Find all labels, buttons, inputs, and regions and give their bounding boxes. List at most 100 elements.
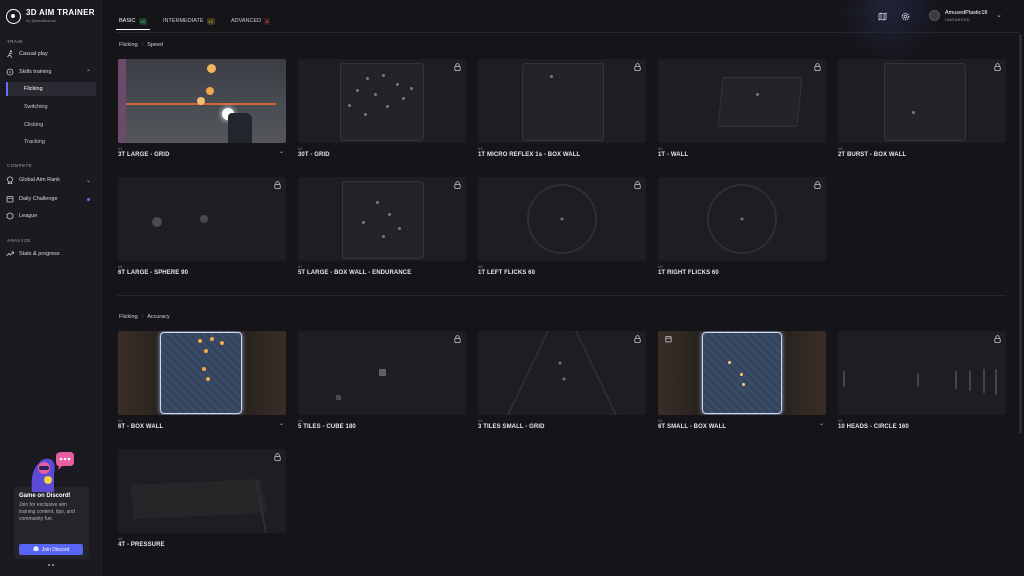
breadcrumb-item[interactable]: Accuracy (147, 314, 170, 320)
join-discord-button[interactable]: Join Discord (19, 544, 83, 555)
scenario-card[interactable]: #5 2T BURST - BOX WALL (838, 59, 1006, 158)
breadcrumb-item[interactable]: Speed (147, 42, 163, 48)
chevron-up-icon: ⌃ (85, 69, 91, 76)
scenario-number: #4 (658, 418, 663, 423)
scenario-thumbnail (658, 331, 826, 415)
scenario-number: #2 (298, 146, 303, 151)
sidebar-item-stats-progress[interactable]: Stats & progress (6, 247, 96, 261)
tab-basic[interactable]: BASIC 15 (116, 14, 150, 30)
scenario-number: #5 (838, 418, 843, 423)
breadcrumb-item[interactable]: Flicking (119, 42, 138, 48)
scenario-thumbnail (118, 331, 286, 415)
sidebar-item-casual-play[interactable]: Casual play (6, 47, 96, 61)
calendar-icon (6, 195, 14, 203)
scenario-card[interactable]: #2 5 TILES - CUBE 180 (298, 331, 466, 430)
rank-icon (6, 176, 14, 184)
scenario-title: 5 TILES - CUBE 180 (298, 424, 356, 430)
scenario-thumbnail (658, 177, 826, 261)
scenario-thumbnail (838, 331, 1006, 415)
scenario-title: 2T BURST - BOX WALL (838, 152, 907, 158)
tab-count-badge: 8 (264, 17, 271, 25)
lock-icon (634, 335, 641, 343)
scenario-title: 6T - BOX WALL (118, 424, 164, 430)
tab-intermediate[interactable]: INTERMEDIATE 12 (160, 14, 218, 28)
sidebar-item-league[interactable]: League (6, 209, 96, 223)
chevron-down-icon[interactable]: ⌄ (819, 420, 824, 427)
discord-promo-card: Game on Discord! Join for exclusive aim … (14, 487, 89, 559)
scenario-card[interactable]: #9 1T RIGHT FLICKS 60 (658, 177, 826, 276)
tab-advanced[interactable]: ADVANCED 8 (228, 14, 273, 28)
tabs-divider (116, 32, 1020, 33)
scenario-number: #1 (118, 146, 123, 151)
scenario-card[interactable]: #6 4T - PRESSURE (118, 449, 286, 548)
gear-icon[interactable] (900, 11, 910, 21)
scenario-thumbnail (838, 59, 1006, 143)
chevron-down-icon[interactable]: ⌄ (279, 420, 284, 427)
sidebar-item-label: Stats & progress (19, 251, 60, 257)
scenario-card[interactable]: #5 10 HEADS - CIRCLE 160 (838, 331, 1006, 430)
sidebar-item-skills-training[interactable]: Skills training ⌃ (6, 65, 96, 79)
discord-title: Game on Discord! (19, 493, 71, 499)
section-label-analyze: ANALYZE (7, 238, 31, 243)
avatar[interactable] (929, 10, 940, 21)
sidebar-item-label: Casual play (19, 51, 48, 57)
scenario-title: 1T RIGHT FLICKS 60 (658, 270, 719, 276)
scenario-number: #6 (118, 264, 123, 269)
scenario-card[interactable]: #3 3 TILES SMALL - GRID (478, 331, 646, 430)
scenario-thumbnail (298, 331, 466, 415)
scenario-card[interactable]: #2 30T - GRID (298, 59, 466, 158)
tab-label: ADVANCED (230, 18, 262, 24)
tab-label: INTERMEDIATE (162, 18, 204, 24)
chevron-down-icon[interactable]: ⌄ (996, 11, 1002, 19)
lock-icon (274, 181, 281, 189)
brand-title: 3D AIM TRAINER (26, 8, 95, 17)
scenario-card[interactable]: #4 6T SMALL - BOX WALL ⌄ (658, 331, 826, 430)
brand-logo[interactable]: 3D AIM TRAINER by @stealtharios (6, 8, 95, 24)
scenario-title: 30T - GRID (298, 152, 330, 158)
lock-icon (994, 335, 1001, 343)
pager-dots[interactable] (48, 564, 54, 566)
scenario-title: 6T LARGE - SPHERE 90 (118, 270, 189, 276)
sidebar-item-label: League (19, 213, 38, 219)
sidebar-item-global-aim-rank[interactable]: Global Aim Rank ⌄ (6, 173, 96, 187)
lock-icon (634, 63, 641, 71)
lock-icon (454, 181, 461, 189)
sidebar-item-flicking[interactable]: Flicking (6, 82, 96, 96)
scenario-card[interactable]: #1 6T - BOX WALL ⌄ (118, 331, 286, 430)
scenario-card[interactable]: #3 1T MICRO REFLEX 1s - BOX WALL (478, 59, 646, 158)
scrollbar[interactable] (1019, 34, 1022, 434)
join-discord-label: Join Discord (41, 546, 70, 553)
sidebar-item-daily-challenge[interactable]: Daily Challenge (6, 192, 96, 206)
sidebar-item-clicking[interactable]: Clicking (6, 118, 96, 132)
app-root: 3D AIM TRAINER by @stealtharios TRAIN Ca… (0, 0, 1024, 576)
scenario-thumbnail (298, 177, 466, 261)
scenario-title: 1T MICRO REFLEX 1s - BOX WALL (478, 152, 581, 158)
scenario-card[interactable]: #4 1T - WALL (658, 59, 826, 158)
scenario-title: 1T LEFT FLICKS 60 (478, 270, 536, 276)
chevron-down-icon[interactable]: ⌄ (279, 148, 284, 155)
scenario-number: #3 (478, 418, 483, 423)
scenario-card[interactable]: #1 3T LARGE - GRID ⌄ (118, 59, 286, 158)
sidebar-item-tracking[interactable]: Tracking (6, 135, 96, 149)
breadcrumb: Flicking / Accuracy (119, 314, 170, 320)
sidebar-item-switching[interactable]: Switching (6, 100, 96, 114)
scenario-number: #6 (118, 536, 123, 541)
map-icon[interactable] (877, 11, 887, 21)
scenario-card[interactable]: #7 5T LARGE - BOX WALL - ENDURANCE (298, 177, 466, 276)
difficulty-tabs: BASIC 15 INTERMEDIATE 12 ADVANCED 8 (116, 14, 273, 30)
breadcrumb-item[interactable]: Flicking (119, 314, 138, 320)
section-label-compete: COMPETE (7, 163, 33, 168)
user-name[interactable]: AmusedPlastic18 (945, 10, 988, 16)
scenario-title: 10 HEADS - CIRCLE 160 (838, 424, 909, 430)
scenario-number: #5 (838, 146, 843, 151)
lock-icon (634, 181, 641, 189)
tab-count-badge: 15 (138, 17, 147, 25)
scenario-number: #3 (478, 146, 483, 151)
scenario-number: #1 (118, 418, 123, 423)
section-divider (117, 295, 1006, 296)
scenario-card[interactable]: #6 6T LARGE - SPHERE 90 (118, 177, 286, 276)
scenario-card[interactable]: #8 1T LEFT FLICKS 60 (478, 177, 646, 276)
scenario-title: 6T SMALL - BOX WALL (658, 424, 727, 430)
tab-label: BASIC (119, 18, 136, 24)
hexagon-icon (6, 212, 14, 220)
